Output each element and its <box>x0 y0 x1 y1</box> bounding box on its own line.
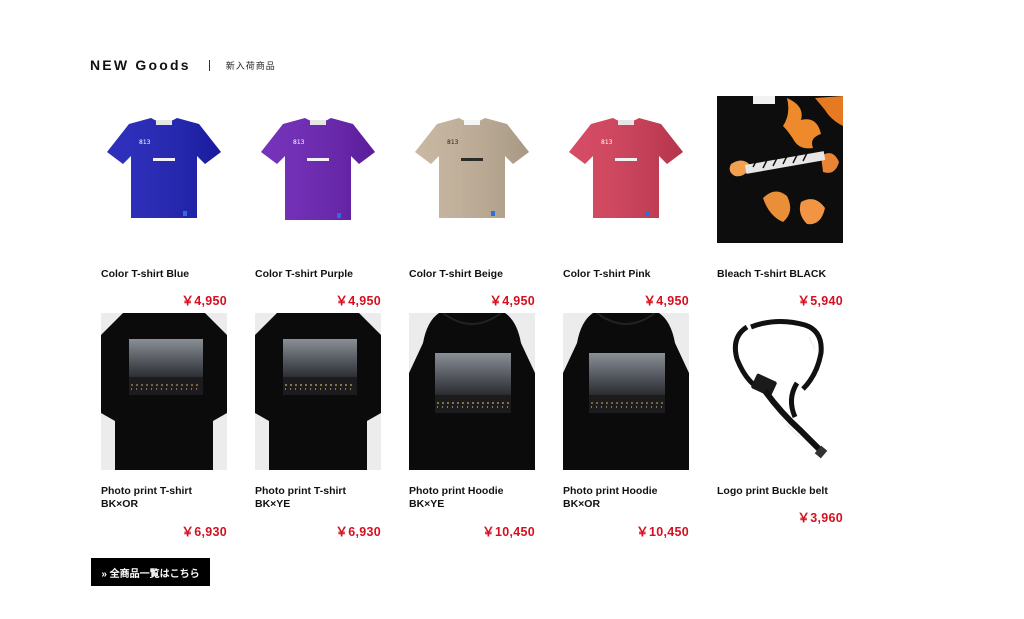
product-price: ￥3,960 <box>797 511 843 525</box>
product-name[interactable]: Photo print T-shirt BK×YE <box>255 485 346 511</box>
product-name[interactable]: Logo print Buckle belt <box>717 485 828 498</box>
section-subtitle: 新入荷商品 <box>225 60 276 71</box>
product-name[interactable]: Photo print T-shirt BK×OR <box>101 485 192 511</box>
product-card[interactable]: Photo print T-shirt BK×OR ￥6,930 <box>101 313 227 562</box>
svg-text:813: 813 <box>139 139 151 146</box>
product-price: ￥4,950 <box>335 294 381 308</box>
product-image[interactable]: 813 <box>409 86 535 243</box>
product-price: ￥10,450 <box>482 525 535 539</box>
product-price: ￥5,940 <box>797 294 843 308</box>
section-title: NEW Goods <box>90 57 191 73</box>
product-price: ￥6,930 <box>181 525 227 539</box>
product-name[interactable]: Color T-shirt Pink <box>563 268 651 281</box>
product-name[interactable]: Color T-shirt Beige <box>409 268 503 281</box>
product-image[interactable] <box>409 313 535 470</box>
product-card[interactable]: 813 Color T-shirt Beige ￥4,950 <box>409 86 535 313</box>
product-name[interactable]: Color T-shirt Purple <box>255 268 353 281</box>
product-image[interactable]: 813 <box>255 86 381 243</box>
product-card[interactable]: Photo print Hoodie BK×YE ￥10,450 <box>409 313 535 562</box>
product-card[interactable]: Bleach T-shirt BLACK ￥5,940 <box>717 86 843 313</box>
view-all-products-button[interactable]: » 全商品一覧はこちら <box>91 558 210 586</box>
svg-text:813: 813 <box>447 139 459 146</box>
product-image[interactable] <box>101 313 227 470</box>
product-image[interactable]: 813 <box>563 86 689 243</box>
product-price: ￥4,950 <box>643 294 689 308</box>
product-grid: 813 Color T-shirt Blue ￥4,950 813 Color … <box>101 86 843 562</box>
product-card[interactable]: 813 Color T-shirt Pink ￥4,950 <box>563 86 689 313</box>
product-image[interactable] <box>563 313 689 470</box>
product-image[interactable] <box>717 86 843 243</box>
product-image[interactable] <box>717 313 843 470</box>
product-name[interactable]: Bleach T-shirt BLACK <box>717 268 826 281</box>
section-header: NEW Goods 新入荷商品 <box>90 57 276 73</box>
product-card[interactable]: Logo print Buckle belt ￥3,960 <box>717 313 843 562</box>
product-price: ￥4,950 <box>489 294 535 308</box>
product-name[interactable]: Color T-shirt Blue <box>101 268 189 281</box>
product-name[interactable]: Photo print Hoodie BK×YE <box>409 485 504 511</box>
product-price: ￥4,950 <box>181 294 227 308</box>
product-name[interactable]: Photo print Hoodie BK×OR <box>563 485 658 511</box>
svg-text:813: 813 <box>293 139 305 146</box>
product-price: ￥10,450 <box>636 525 689 539</box>
product-card[interactable]: Photo print Hoodie BK×OR ￥10,450 <box>563 313 689 562</box>
product-card[interactable]: Photo print T-shirt BK×YE ￥6,930 <box>255 313 381 562</box>
title-divider <box>208 59 210 71</box>
product-image[interactable] <box>255 313 381 470</box>
product-image[interactable]: 813 <box>101 86 227 243</box>
product-card[interactable]: 813 Color T-shirt Blue ￥4,950 <box>101 86 227 313</box>
product-price: ￥6,930 <box>335 525 381 539</box>
svg-text:813: 813 <box>601 139 613 146</box>
product-card[interactable]: 813 Color T-shirt Purple ￥4,950 <box>255 86 381 313</box>
